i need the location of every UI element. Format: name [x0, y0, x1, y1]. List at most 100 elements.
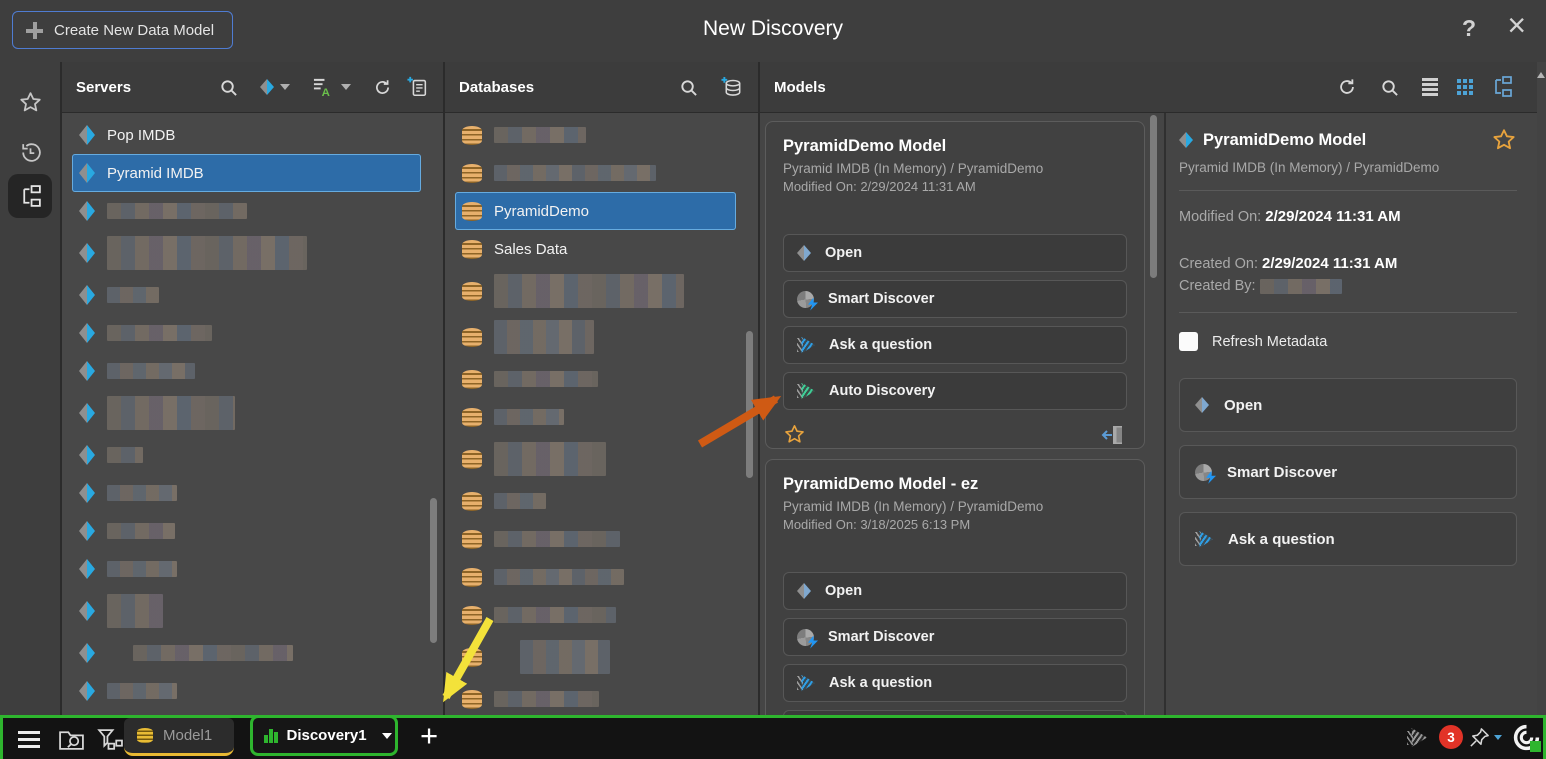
- server-type-filter[interactable]: [260, 79, 290, 95]
- database-item-redacted[interactable]: [455, 116, 736, 154]
- server-item-redacted[interactable]: [72, 352, 421, 390]
- server-item-selected[interactable]: Pyramid IMDB: [72, 154, 421, 192]
- add-server-button[interactable]: [407, 76, 429, 98]
- data-flow-icon[interactable]: [96, 727, 123, 752]
- database-item-redacted[interactable]: [455, 436, 736, 482]
- tree-rail-button[interactable]: [8, 174, 52, 218]
- smart-discover-button[interactable]: Smart Discover: [783, 280, 1127, 318]
- open-button[interactable]: Open: [783, 572, 1127, 610]
- servers-list: Pop IMDB Pyramid IMDB: [62, 112, 443, 715]
- server-item-redacted[interactable]: [72, 474, 421, 512]
- diamond-filter-icon: [260, 79, 274, 95]
- server-item-redacted[interactable]: [72, 390, 421, 436]
- dialog-body: Servers Pop IMDB: [0, 62, 1546, 715]
- models-body: PyramidDemo Model Pyramid IMDB (In Memor…: [760, 113, 1546, 715]
- redacted-label: [494, 274, 684, 308]
- taskbar: Model1 Discovery1 + 3: [0, 715, 1546, 759]
- server-item-redacted[interactable]: [72, 436, 421, 474]
- connection-status-logo[interactable]: [1513, 724, 1540, 751]
- database-item-redacted[interactable]: [455, 520, 736, 558]
- favorite-star-icon[interactable]: [1491, 127, 1517, 153]
- database-item-redacted[interactable]: [455, 482, 736, 520]
- tab-model1[interactable]: Model1: [124, 718, 234, 756]
- sort-control[interactable]: [312, 77, 351, 98]
- database-icon: [462, 240, 482, 259]
- server-item-redacted[interactable]: [72, 512, 421, 550]
- chevron-down-icon[interactable]: [1494, 735, 1502, 740]
- database-item-redacted[interactable]: [455, 558, 736, 596]
- exit-icon[interactable]: [1101, 424, 1127, 446]
- database-item-redacted[interactable]: [455, 596, 736, 634]
- auto-discovery-button[interactable]: Auto Discovery: [783, 372, 1127, 410]
- new-tab-button[interactable]: +: [414, 719, 444, 755]
- close-button[interactable]: ×: [1507, 7, 1526, 44]
- ask-question-icon: [797, 337, 815, 354]
- redacted-label: [494, 320, 594, 354]
- database-item-redacted[interactable]: [455, 268, 736, 314]
- ask-a-question-button[interactable]: Ask a question: [783, 664, 1127, 702]
- star-icon: [18, 90, 43, 115]
- database-item-redacted[interactable]: [455, 154, 736, 192]
- server-item-redacted[interactable]: [72, 192, 421, 230]
- notification-badge[interactable]: 3: [1439, 725, 1463, 749]
- tab-discovery1[interactable]: Discovery1: [250, 715, 398, 756]
- recent-rail-button[interactable]: [8, 130, 52, 174]
- search-icon[interactable]: [1380, 78, 1399, 97]
- redacted-label: [107, 523, 175, 539]
- database-item-selected[interactable]: PyramidDemo: [455, 192, 736, 230]
- search-icon[interactable]: [679, 78, 698, 97]
- databases-title: Databases: [459, 79, 534, 96]
- server-item-redacted[interactable]: [72, 550, 421, 588]
- refresh-servers-button[interactable]: [373, 78, 392, 97]
- server-item-redacted[interactable]: [72, 314, 421, 352]
- server-item-redacted[interactable]: [72, 230, 421, 276]
- database-item-redacted[interactable]: [455, 398, 736, 436]
- search-icon[interactable]: [219, 78, 238, 97]
- model-tab-icon: [137, 728, 153, 743]
- model-icon: [1179, 132, 1193, 148]
- tree-view-button[interactable]: [1490, 75, 1514, 99]
- smart-discover-button[interactable]: Smart Discover: [1179, 445, 1517, 499]
- new-discovery-dialog: Create New Data Model New Discovery ? × …: [0, 0, 1546, 759]
- hamburger-menu-icon[interactable]: [18, 731, 40, 748]
- ask-a-question-button[interactable]: Ask a question: [783, 326, 1127, 364]
- grid-view-button[interactable]: [1457, 79, 1474, 96]
- favorite-star-icon[interactable]: [783, 423, 806, 446]
- database-item-redacted[interactable]: [455, 680, 736, 715]
- database-item-redacted[interactable]: [455, 360, 736, 398]
- database-item-redacted[interactable]: [455, 314, 736, 360]
- help-button[interactable]: ?: [1462, 15, 1476, 42]
- refresh-metadata-checkbox[interactable]: [1179, 332, 1198, 351]
- databases-scrollbar[interactable]: [746, 331, 753, 478]
- content-explorer-icon[interactable]: [58, 727, 85, 752]
- server-item-redacted[interactable]: [72, 634, 421, 672]
- database-item[interactable]: Sales Data: [455, 230, 736, 268]
- pin-icon[interactable]: [1468, 726, 1491, 749]
- favorites-rail-button[interactable]: [8, 80, 52, 124]
- database-item-redacted[interactable]: [455, 634, 736, 680]
- right-scroll-track[interactable]: [1537, 62, 1546, 715]
- scroll-up-arrow[interactable]: [1537, 72, 1545, 78]
- add-database-button[interactable]: [721, 76, 744, 99]
- open-button[interactable]: Open: [783, 234, 1127, 272]
- open-button[interactable]: Open: [1179, 378, 1517, 432]
- server-item-redacted[interactable]: [72, 588, 421, 634]
- refresh-models-button[interactable]: [1337, 77, 1357, 97]
- server-item-redacted[interactable]: [72, 276, 421, 314]
- database-icon: [462, 164, 482, 183]
- database-icon: [462, 370, 482, 389]
- model-cards-column: PyramidDemo Model Pyramid IMDB (In Memor…: [765, 121, 1147, 715]
- list-view-button[interactable]: [1422, 78, 1438, 96]
- server-item[interactable]: Pop IMDB: [72, 116, 421, 154]
- divider: [1179, 312, 1517, 313]
- pyramid-status-icon[interactable]: [1407, 728, 1427, 747]
- servers-scrollbar[interactable]: [430, 498, 437, 643]
- server-item-redacted[interactable]: [72, 672, 421, 710]
- smart-discover-button[interactable]: Smart Discover: [783, 618, 1127, 656]
- dialog-header: Create New Data Model New Discovery ? ×: [0, 0, 1546, 63]
- database-icon: [462, 690, 482, 709]
- server-icon: [79, 601, 95, 621]
- models-scrollbar[interactable]: [1150, 115, 1157, 278]
- redacted-label: [107, 594, 163, 628]
- ask-a-question-button[interactable]: Ask a question: [1179, 512, 1517, 566]
